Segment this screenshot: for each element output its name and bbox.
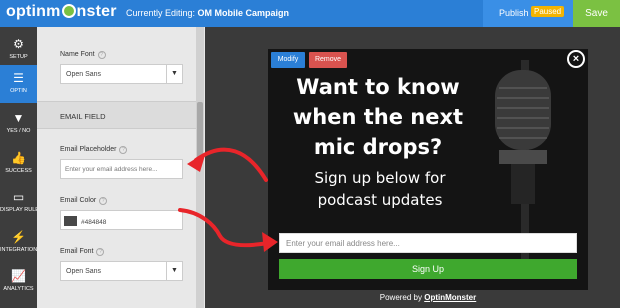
publish-button[interactable]: Publish Paused <box>483 0 573 27</box>
nav-label: INTEGRATIONS <box>0 247 41 253</box>
signup-button[interactable]: Sign Up <box>279 259 577 279</box>
modify-button[interactable]: Modify <box>271 52 305 68</box>
menu-icon: ☰ <box>13 71 24 85</box>
nav-label: DISPLAY RULES <box>0 207 43 213</box>
optinmonster-logo[interactable]: optinm nster <box>6 3 117 21</box>
nav-label: ANALYTICS <box>3 286 34 292</box>
logo-text-start: optinm <box>6 3 61 20</box>
email-font-label-text: Email Font <box>60 248 94 255</box>
powered-brand-link[interactable]: OptinMonster <box>424 293 476 302</box>
close-icon[interactable]: × <box>567 50 585 68</box>
chart-icon: 📈 <box>11 269 26 283</box>
microphone-image <box>495 60 551 260</box>
settings-panel: Name Font? Open Sans ▼ EMAIL FIELD Email… <box>37 27 205 308</box>
color-swatch[interactable] <box>64 216 77 226</box>
nav-item-display-rules[interactable]: ▭ DISPLAY RULES <box>0 184 43 222</box>
email-field-section-header[interactable]: EMAIL FIELD <box>37 101 197 129</box>
filter-icon: ▼ <box>12 111 25 125</box>
powered-by: Powered by OptinMonster <box>268 293 588 302</box>
powered-prefix: Powered by <box>379 293 422 302</box>
remove-button[interactable]: Remove <box>309 52 347 68</box>
email-font-label: Email Font? <box>60 248 105 256</box>
email-color-label-text: Email Color <box>60 197 97 204</box>
name-font-label-text: Name Font <box>60 51 95 58</box>
email-placeholder-label: Email Placeholder? <box>60 146 128 154</box>
popup-email-input[interactable]: Enter your email address here... <box>279 233 577 253</box>
email-color-value: #484848 <box>81 219 107 226</box>
plug-icon: ⚡ <box>11 230 26 244</box>
email-color-label: Email Color? <box>60 197 108 205</box>
panel-scrollbar[interactable] <box>196 27 204 308</box>
email-font-value: Open Sans <box>66 268 102 275</box>
publish-label: Publish <box>499 8 529 18</box>
currently-editing: Currently Editing: OM Mobile Campaign <box>126 8 289 18</box>
nav-label: SUCCESS <box>5 168 32 174</box>
name-font-value: Open Sans <box>66 71 102 78</box>
save-button[interactable]: Save <box>573 0 620 27</box>
email-font-select[interactable]: Open Sans ▼ <box>60 261 183 281</box>
email-color-input[interactable]: #484848 <box>60 210 183 230</box>
campaign-name: OM Mobile Campaign <box>197 8 290 18</box>
logo-text-end: nster <box>76 3 117 20</box>
monster-face-icon <box>61 4 76 18</box>
help-icon[interactable]: ? <box>99 197 108 205</box>
nav-label: SETUP <box>9 54 28 60</box>
nav-item-integrations[interactable]: ⚡ INTEGRATIONS <box>0 224 41 262</box>
nav-item-setup[interactable]: ⚙ SETUP <box>0 31 37 69</box>
help-icon[interactable]: ? <box>96 248 105 256</box>
popup-headline: Want to know when the next mic drops? <box>292 75 464 159</box>
status-badge: Paused <box>531 6 565 17</box>
chevron-down-icon[interactable]: ▼ <box>166 262 182 280</box>
email-placeholder-input[interactable]: Enter your email address here... <box>60 159 183 179</box>
chevron-down-icon[interactable]: ▼ <box>166 65 182 83</box>
nav-item-optin[interactable]: ☰ OPTIN <box>0 65 37 103</box>
nav-label: OPTIN <box>10 88 27 94</box>
nav-item-analytics[interactable]: 📈 ANALYTICS <box>0 263 37 301</box>
thumbs-up-icon: 👍 <box>11 151 26 165</box>
name-font-select[interactable]: Open Sans ▼ <box>60 64 183 84</box>
email-placeholder-label-text: Email Placeholder <box>60 146 117 153</box>
editing-prefix: Currently Editing: <box>126 8 196 18</box>
help-icon[interactable]: ? <box>97 51 106 59</box>
name-font-label: Name Font? <box>60 51 106 59</box>
gear-icon: ⚙ <box>13 37 24 51</box>
panel-scroll-thumb[interactable] <box>197 102 203 160</box>
left-nav: ⚙ SETUP ☰ OPTIN ▼ YES / NO 👍 SUCCESS ▭ D… <box>0 27 43 308</box>
nav-item-yes-no[interactable]: ▼ YES / NO <box>0 105 37 143</box>
popup-subline: Sign up below for podcast updates <box>314 169 446 209</box>
nav-item-success[interactable]: 👍 SUCCESS <box>0 145 37 183</box>
help-icon[interactable]: ? <box>119 146 128 154</box>
nav-label: YES / NO <box>6 128 31 134</box>
monitor-icon: ▭ <box>12 190 25 204</box>
